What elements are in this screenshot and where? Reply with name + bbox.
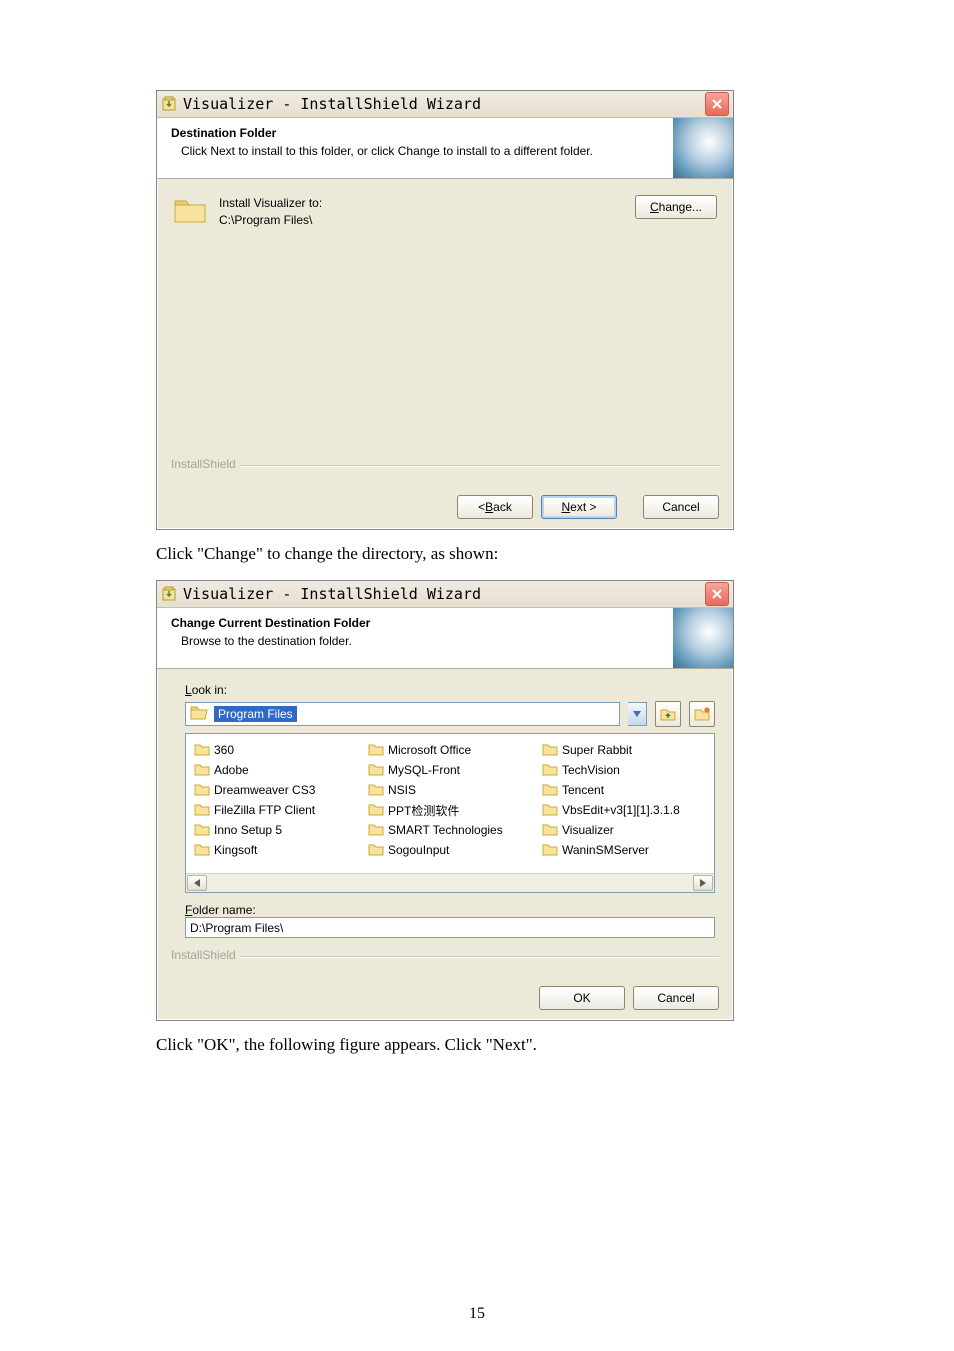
folder-icon: [194, 803, 210, 817]
window-title: Visualizer - InstallShield Wizard: [183, 585, 699, 603]
folder-item-label: Visualizer: [562, 823, 614, 837]
folder-name-input[interactable]: [185, 917, 715, 938]
next-button[interactable]: Next >: [541, 495, 617, 519]
change-button[interactable]: Change...: [635, 195, 717, 219]
scroll-left-button[interactable]: [187, 875, 207, 891]
destination-folder-dialog: Visualizer - InstallShield Wizard Destin…: [156, 90, 734, 530]
folder-item[interactable]: Adobe: [194, 760, 358, 780]
back-button[interactable]: < Back: [457, 495, 533, 519]
folder-icon: [542, 823, 558, 837]
folder-item[interactable]: TechVision: [542, 760, 706, 780]
change-destination-dialog: Visualizer - InstallShield Wizard Change…: [156, 580, 734, 1021]
folder-item[interactable]: MySQL-Front: [368, 760, 532, 780]
folder-icon: [194, 783, 210, 797]
look-in-value: Program Files: [214, 706, 297, 722]
scroll-right-button[interactable]: [693, 875, 713, 891]
folder-item[interactable]: Visualizer: [542, 820, 706, 840]
caption-text-2: Click "OK", the following figure appears…: [156, 1035, 732, 1055]
folder-item[interactable]: Kingsoft: [194, 840, 358, 860]
folder-item-label: MySQL-Front: [388, 763, 460, 777]
brand-label: InstallShield: [171, 948, 240, 962]
folder-item-label: SMART Technologies: [388, 823, 503, 837]
folder-item[interactable]: Dreamweaver CS3: [194, 780, 358, 800]
folder-item-label: PPT检测软件: [388, 802, 459, 819]
folder-item[interactable]: Inno Setup 5: [194, 820, 358, 840]
look-in-dropdown-button[interactable]: [628, 702, 647, 726]
folder-icon: [368, 783, 384, 797]
page-number: 15: [0, 1305, 954, 1323]
folder-list[interactable]: 360 Adobe Dreamweaver CS3 FileZilla FTP Cli…: [185, 733, 715, 893]
folder-name-label: Folder name:: [185, 903, 715, 917]
folder-icon: [194, 743, 210, 757]
brand-label: InstallShield: [171, 457, 240, 471]
caption-text-1: Click "Change" to change the directory, …: [156, 544, 732, 564]
installer-icon: [161, 586, 177, 602]
folder-item-label: Microsoft Office: [388, 743, 471, 757]
installer-icon: [161, 96, 177, 112]
look-in-label: Look in:: [185, 683, 715, 697]
folder-icon: [194, 843, 210, 857]
horizontal-scrollbar[interactable]: [186, 873, 714, 892]
titlebar: Visualizer - InstallShield Wizard: [157, 91, 733, 118]
header-subtitle: Click Next to install to this folder, or…: [171, 144, 661, 158]
folder-item[interactable]: FileZilla FTP Client: [194, 800, 358, 820]
dialog-header: Destination Folder Click Next to install…: [157, 118, 733, 179]
close-button[interactable]: [705, 582, 729, 606]
folder-icon: [368, 843, 384, 857]
header-title: Change Current Destination Folder: [171, 616, 661, 630]
folder-item-label: Adobe: [214, 763, 249, 777]
install-to-label: Install Visualizer to:: [219, 195, 623, 212]
folder-item-label: NSIS: [388, 783, 416, 797]
titlebar: Visualizer - InstallShield Wizard: [157, 581, 733, 608]
folder-item-label: FileZilla FTP Client: [214, 803, 315, 817]
folder-item[interactable]: Microsoft Office: [368, 740, 532, 760]
folder-icon: [542, 783, 558, 797]
close-button[interactable]: [705, 92, 729, 116]
folder-item[interactable]: WaninSMServer: [542, 840, 706, 860]
folder-icon: [542, 843, 558, 857]
header-banner-image: [673, 608, 733, 668]
folder-item[interactable]: Tencent: [542, 780, 706, 800]
folder-item[interactable]: SogouInput: [368, 840, 532, 860]
folder-item-label: VbsEdit+v3[1][1].3.1.8: [562, 803, 680, 817]
ok-button[interactable]: OK: [539, 986, 625, 1010]
folder-item[interactable]: 360: [194, 740, 358, 760]
folder-item[interactable]: PPT检测软件: [368, 800, 532, 820]
cancel-button[interactable]: Cancel: [643, 495, 719, 519]
folder-item-label: SogouInput: [388, 843, 449, 857]
folder-item[interactable]: Super Rabbit: [542, 740, 706, 760]
dialog-header: Change Current Destination Folder Browse…: [157, 608, 733, 669]
folder-item-label: Inno Setup 5: [214, 823, 282, 837]
folder-icon: [368, 763, 384, 777]
folder-item[interactable]: VbsEdit+v3[1][1].3.1.8: [542, 800, 706, 820]
folder-item-label: TechVision: [562, 763, 620, 777]
open-folder-icon: [190, 705, 208, 724]
cancel-button[interactable]: Cancel: [633, 986, 719, 1010]
folder-item-label: Dreamweaver CS3: [214, 783, 315, 797]
header-subtitle: Browse to the destination folder.: [171, 634, 661, 648]
header-title: Destination Folder: [171, 126, 661, 140]
folder-item-label: Tencent: [562, 783, 604, 797]
folder-item-label: 360: [214, 743, 234, 757]
folder-icon: [542, 803, 558, 817]
folder-item[interactable]: SMART Technologies: [368, 820, 532, 840]
new-folder-button[interactable]: [689, 701, 715, 727]
look-in-combo[interactable]: Program Files: [185, 702, 620, 726]
folder-item-label: Super Rabbit: [562, 743, 632, 757]
folder-icon: [368, 803, 384, 817]
folder-icon: [194, 823, 210, 837]
up-one-level-button[interactable]: [655, 701, 681, 727]
folder-icon: [368, 823, 384, 837]
folder-icon: [368, 743, 384, 757]
install-path: C:\Program Files\: [219, 212, 623, 229]
header-banner-image: [673, 118, 733, 178]
folder-item[interactable]: NSIS: [368, 780, 532, 800]
folder-icon: [542, 763, 558, 777]
folder-item-label: Kingsoft: [214, 843, 257, 857]
window-title: Visualizer - InstallShield Wizard: [183, 95, 699, 113]
folder-icon: [173, 197, 207, 225]
folder-icon: [194, 763, 210, 777]
folder-icon: [542, 743, 558, 757]
folder-item-label: WaninSMServer: [562, 843, 649, 857]
